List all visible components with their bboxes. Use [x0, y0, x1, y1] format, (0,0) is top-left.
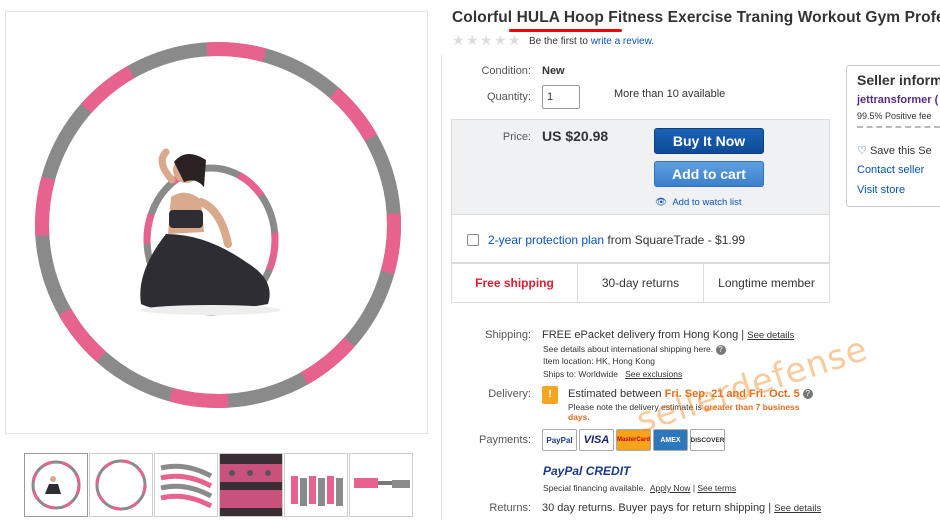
star-icon: ★: [466, 32, 479, 48]
add-to-cart-button[interactable]: Add to cart: [654, 161, 764, 187]
eye-icon: 👁: [655, 197, 668, 208]
condition-label: Condition:: [481, 65, 531, 77]
price-label: Price:: [502, 131, 531, 143]
star-icon: ★: [480, 32, 493, 48]
watch-list-label: Add to watch list: [672, 197, 742, 208]
thumbnail-segments: [160, 463, 213, 509]
thumbnail-3[interactable]: [154, 453, 218, 517]
ships-to: Ships to: Worldwide See exclusions: [543, 369, 682, 379]
contact-seller-link[interactable]: Contact seller: [857, 164, 924, 176]
thumbnail-parts: [291, 476, 343, 506]
listing-title: Colorful HULA Hoop Fitness Exercise Tran…: [452, 9, 940, 26]
returns-text: 30 day returns. Buyer pays for return sh…: [542, 502, 772, 514]
seller-divider: [857, 126, 940, 128]
paypal-logo: PayPal: [542, 429, 577, 451]
paypal-credit-logo: PayPal CREDIT: [543, 464, 631, 478]
shipping-main: FREE ePacket delivery from Hong Kong | S…: [542, 329, 794, 341]
visa-logo: VISA: [579, 429, 614, 451]
longtime-member-badge: Longtime member: [718, 276, 815, 290]
payments-label: Payments:: [479, 434, 531, 446]
help-icon[interactable]: ?: [715, 344, 726, 355]
hula-hoop-image: [35, 42, 401, 408]
help-icon[interactable]: ?: [802, 389, 813, 400]
thumbnail-5[interactable]: [284, 453, 348, 517]
save-seller-label: Save this Se: [869, 145, 932, 157]
star-icon: ★: [452, 32, 465, 48]
badges-row: Free shipping 30-day returns Longtime me…: [451, 263, 830, 303]
thumbnail-hoop-woman: [31, 460, 81, 510]
thumbnail-strip: [24, 453, 413, 519]
free-shipping-badge: Free shipping: [452, 264, 578, 302]
review-prompt: Be the first to write a review.: [529, 36, 654, 47]
seller-name-link[interactable]: jettransformer (: [857, 94, 938, 106]
returns-badge: 30-day returns: [578, 264, 704, 302]
seller-info-title: Seller inform: [857, 72, 940, 88]
returns-info: 30 day returns. Buyer pays for return sh…: [542, 502, 821, 514]
thumbnail-4[interactable]: [219, 453, 283, 517]
thumbnail-1[interactable]: [24, 453, 88, 517]
thumbnail-connector: [354, 478, 410, 488]
discover-logo: DISCOVER: [690, 429, 725, 451]
shipping-label: Shipping:: [485, 329, 531, 341]
column-divider: [441, 55, 442, 520]
availability-text: More than 10 available: [614, 88, 726, 100]
delivery-flag-icon: !: [542, 386, 558, 404]
visit-store-link[interactable]: Visit store: [857, 184, 905, 196]
returns-label: Returns:: [489, 502, 531, 514]
watch-list-link[interactable]: 👁 Add to watch list: [655, 197, 742, 208]
thumbnail-hoop: [95, 459, 147, 511]
see-terms-link[interactable]: See terms: [697, 483, 736, 493]
intl-shipping-note: See details about international shipping…: [543, 344, 726, 355]
thumbnail-2[interactable]: [89, 453, 153, 517]
thumbnail-6[interactable]: [349, 453, 413, 517]
heart-icon: ♡: [857, 145, 867, 157]
price-value: US $20.98: [542, 128, 609, 144]
protection-plan-text: 2-year protection plan from SquareTrade …: [488, 233, 745, 247]
apply-now-link[interactable]: Apply Now: [650, 483, 691, 493]
payment-methods: PayPal VISA MasterCard AMEX DISCOVER: [542, 429, 725, 451]
protection-plan-link[interactable]: 2-year protection plan: [488, 233, 604, 247]
thumbnail-closeup: [220, 454, 282, 516]
item-location: Item location: HK, Hong Kong: [543, 356, 655, 366]
buy-it-now-button[interactable]: Buy It Now: [654, 128, 764, 154]
returns-see-details-link[interactable]: See details: [774, 503, 821, 514]
review-prefix: Be the first to: [529, 36, 588, 47]
protection-plan-price: from SquareTrade - $1.99: [607, 233, 746, 247]
star-icon: ★: [508, 32, 521, 48]
write-review-link[interactable]: write a review.: [591, 36, 654, 47]
special-financing: Special financing available. Apply Now |…: [543, 483, 737, 493]
main-product-image[interactable]: [5, 11, 428, 434]
financing-text: Special financing available.: [543, 483, 646, 493]
title-highlight-underline: [509, 29, 622, 32]
condition-value: New: [542, 65, 565, 77]
shipping-see-details-link[interactable]: See details: [747, 330, 794, 341]
star-icon: ★: [494, 32, 507, 48]
shipping-text: FREE ePacket delivery from Hong Kong |: [542, 329, 745, 341]
delivery-note-highlight-2: days.: [568, 412, 590, 422]
protection-plan-checkbox[interactable]: [467, 234, 479, 246]
delivery-label: Delivery:: [488, 388, 531, 400]
save-seller-link[interactable]: ♡ Save this Se: [857, 144, 932, 157]
rating-stars[interactable]: ★ ★ ★ ★ ★: [452, 32, 521, 48]
quantity-input[interactable]: 1: [542, 85, 580, 109]
quantity-label: Quantity:: [486, 91, 531, 103]
ships-to-text: Ships to: Worldwide: [543, 369, 618, 379]
see-exclusions-link[interactable]: See exclusions: [625, 369, 682, 379]
intl-shipping-text: See details about international shipping…: [543, 344, 714, 354]
seller-feedback: 99.5% Positive fee: [857, 111, 932, 121]
